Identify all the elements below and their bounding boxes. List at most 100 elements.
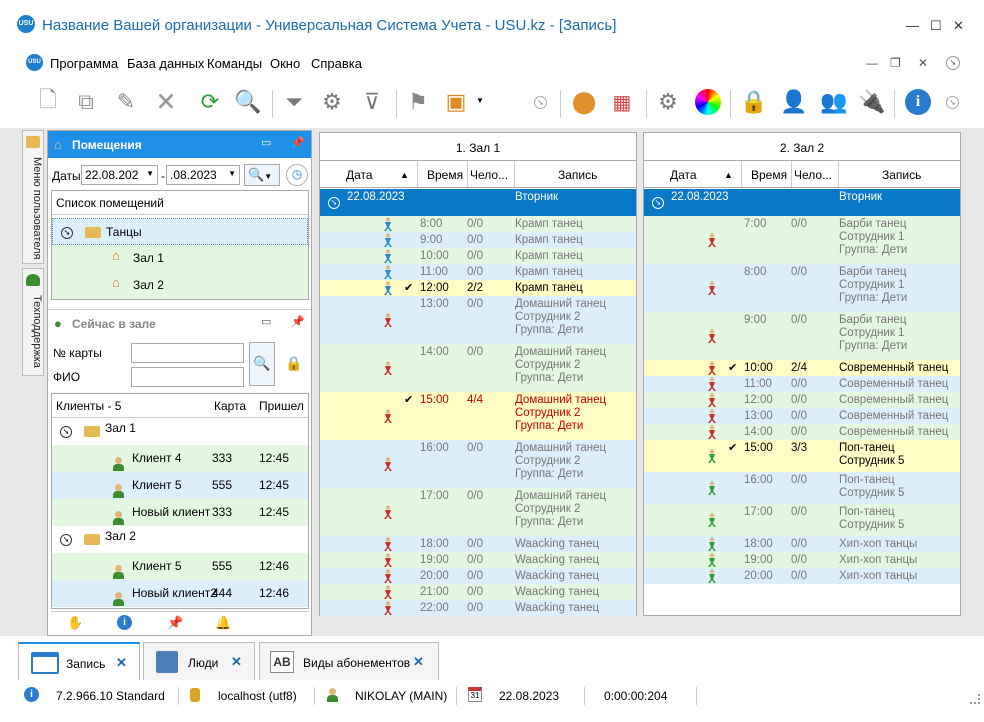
filter-icon[interactable]: ⏷: [278, 86, 310, 118]
schedule-row[interactable]: 7:00 0/0 Барби танец Сотрудник 1 Группа: Дет…: [644, 216, 960, 264]
date-to-field[interactable]: .08.2023 ▼: [166, 165, 240, 185]
refresh-icon[interactable]: ⟳: [194, 86, 226, 118]
menu-commands[interactable]: Команды: [207, 56, 262, 71]
schedule-row[interactable]: 8:00 0/0 Крамп танец: [320, 216, 636, 232]
hall1-collapse-icon[interactable]: ➘: [328, 197, 340, 209]
schedule-row[interactable]: 13:00 0/0 Домашний танец Сотрудник 2 Группа:…: [320, 296, 636, 344]
schedule-row[interactable]: ✔ 10:00 2/4 Современный танец: [644, 360, 960, 376]
mdi-arrow-icon[interactable]: ➘: [946, 56, 960, 70]
menu-database[interactable]: База данных: [127, 56, 204, 71]
mdi-close-icon[interactable]: ✕: [918, 56, 928, 70]
room-row[interactable]: ⌂ Зал 1: [52, 245, 308, 272]
copy-icon[interactable]: ⧉: [70, 86, 102, 118]
sidetab-user-menu[interactable]: Меню пользователя: [22, 130, 44, 264]
sort-asc-icon[interactable]: ▲: [400, 170, 409, 180]
collapse-icon[interactable]: ➘: [60, 534, 72, 546]
menu-program[interactable]: Программа: [50, 56, 118, 71]
schedule-row[interactable]: 14:00 0/0 Домашний танец Сотрудник 2 Группа:…: [320, 344, 636, 392]
schedule-row[interactable]: 16:00 0/0 Домашний танец Сотрудник 2 Группа:…: [320, 440, 636, 488]
sidetab-support[interactable]: Техподдержка: [22, 268, 44, 376]
now-panel-minimize-icon[interactable]: ▭: [261, 315, 271, 328]
schedule-row[interactable]: 19:00 0/0 Waacking танец: [320, 552, 636, 568]
schedule-row[interactable]: 20:00 0/0 Хип-хоп танцы: [644, 568, 960, 584]
tab-subscriptions[interactable]: AB Виды абонементов ✕: [259, 642, 439, 680]
toolbar-more-icon[interactable]: ➘: [946, 96, 959, 109]
col-date[interactable]: Дата: [346, 168, 373, 182]
maximize-icon[interactable]: ☐: [930, 18, 942, 34]
client-row[interactable]: Клиент 4 333 12:45: [52, 445, 308, 472]
image-dropdown-icon[interactable]: ▼: [476, 96, 484, 105]
date-search-button[interactable]: 🔍▼: [244, 164, 280, 186]
info-small-icon[interactable]: i: [117, 615, 132, 630]
info-icon[interactable]: i: [902, 86, 934, 118]
schedule-row[interactable]: 18:00 0/0 Хип-хоп танцы: [644, 536, 960, 552]
schedule-row[interactable]: 21:00 0/0 Waacking танец: [320, 584, 636, 600]
card-input[interactable]: [131, 343, 244, 363]
map-pin-icon[interactable]: ⬤: [568, 86, 600, 118]
collapse-icon[interactable]: ➘: [60, 426, 72, 438]
mdi-minimize-icon[interactable]: —: [866, 56, 878, 70]
col-people[interactable]: Чело...: [470, 168, 508, 182]
hall2-date-row[interactable]: ➘ 22.08.2023 Вторник: [644, 189, 960, 216]
client-row[interactable]: Новый клиент 333 12:45: [52, 499, 308, 526]
date-to-dropdown-icon[interactable]: ▼: [228, 169, 236, 178]
schedule-row[interactable]: 19:00 0/0 Хип-хоп танцы: [644, 552, 960, 568]
settings-gear-icon[interactable]: ⚙: [652, 86, 684, 118]
menu-window[interactable]: Окно: [270, 56, 300, 71]
color-wheel-icon[interactable]: [692, 86, 724, 118]
menu-help[interactable]: Справка: [311, 56, 362, 71]
filter-clear-icon[interactable]: ⊽: [356, 86, 388, 118]
schedule-row[interactable]: 8:00 0/0 Барби танец Сотрудник 1 Группа: Дет…: [644, 264, 960, 312]
search-icon[interactable]: 🔍: [232, 86, 264, 118]
hand-icon[interactable]: ✋: [67, 615, 83, 631]
bell-icon[interactable]: 🔔: [215, 615, 231, 631]
flag-icon[interactable]: ⚑: [402, 86, 434, 118]
schedule-row[interactable]: ✔ 15:00 3/3 Поп-танец Сотрудник 5: [644, 440, 960, 472]
schedule-row[interactable]: 12:00 0/0 Современный танец: [644, 392, 960, 408]
clients-group-row[interactable]: ➘ Зал 1: [52, 418, 308, 445]
schedule-row[interactable]: 18:00 0/0 Waacking танец: [320, 536, 636, 552]
panel-minimize-icon[interactable]: ▭: [261, 136, 271, 149]
delete-icon[interactable]: 🗙: [150, 86, 182, 118]
schedule-row[interactable]: 9:00 0/0 Крамп танец: [320, 232, 636, 248]
image-icon[interactable]: ▣: [440, 86, 472, 118]
schedule-row[interactable]: ✔ 15:00 4/4 Домашний танец Сотрудник 2 Группа…: [320, 392, 636, 440]
name-input[interactable]: [131, 367, 244, 387]
schedule-row[interactable]: 9:00 0/0 Барби танец Сотрудник 1 Группа: Дет…: [644, 312, 960, 360]
plug-icon[interactable]: 🔌: [856, 86, 888, 118]
col-record[interactable]: Запись: [558, 168, 597, 182]
schedule-row[interactable]: 20:00 0/0 Waacking танец: [320, 568, 636, 584]
close-icon[interactable]: ✕: [953, 18, 964, 34]
col-time[interactable]: Время: [751, 168, 787, 182]
rooms-group-row[interactable]: ➘ Танцы: [52, 218, 308, 245]
lock-icon[interactable]: 🔒: [738, 86, 770, 118]
schedule-row[interactable]: 17:00 0/0 Домашний танец Сотрудник 2 Группа:…: [320, 488, 636, 536]
schedule-row[interactable]: 11:00 0/0 Крамп танец: [320, 264, 636, 280]
col-record[interactable]: Запись: [882, 168, 921, 182]
sort-asc-icon[interactable]: ▲: [724, 170, 733, 180]
panel-pin-icon[interactable]: 📌: [291, 136, 305, 149]
collapse-icon[interactable]: ➘: [61, 227, 73, 239]
hall2-collapse-icon[interactable]: ➘: [652, 197, 664, 209]
col-people[interactable]: Чело...: [794, 168, 832, 182]
client-row[interactable]: Клиент 5 555 12:46: [52, 553, 308, 580]
client-row[interactable]: Новый клиент2 444 12:46: [52, 580, 308, 607]
mdi-restore-icon[interactable]: ❐: [890, 56, 901, 70]
clients-group-row[interactable]: ➘ Зал 2: [52, 526, 308, 553]
lock-small-icon[interactable]: 🔒: [285, 355, 302, 372]
schedule-row[interactable]: ✔ 12:00 2/2 Крамп танец: [320, 280, 636, 296]
tab-people-close-icon[interactable]: ✕: [231, 654, 242, 670]
schedule-row[interactable]: 22:00 0/0 Waacking танец: [320, 600, 636, 616]
users-group-icon[interactable]: 👥: [818, 86, 850, 118]
date-from-dropdown-icon[interactable]: ▼: [146, 169, 154, 178]
date-from-field[interactable]: 22.08.202 ▼: [81, 165, 158, 185]
tab-record[interactable]: Запись ✕: [18, 642, 140, 680]
client-search-button[interactable]: 🔍: [249, 342, 275, 386]
now-panel-pin-icon[interactable]: 📌: [291, 315, 305, 328]
tab-record-close-icon[interactable]: ✕: [116, 655, 127, 671]
tab-people[interactable]: Люди ✕: [143, 642, 255, 680]
user-admin-icon[interactable]: 👤: [778, 86, 810, 118]
edit-icon[interactable]: ✎: [110, 86, 142, 118]
hall1-date-row[interactable]: ➘ 22.08.2023 Вторник: [320, 189, 636, 216]
schedule-row[interactable]: 11:00 0/0 Современный танец: [644, 376, 960, 392]
